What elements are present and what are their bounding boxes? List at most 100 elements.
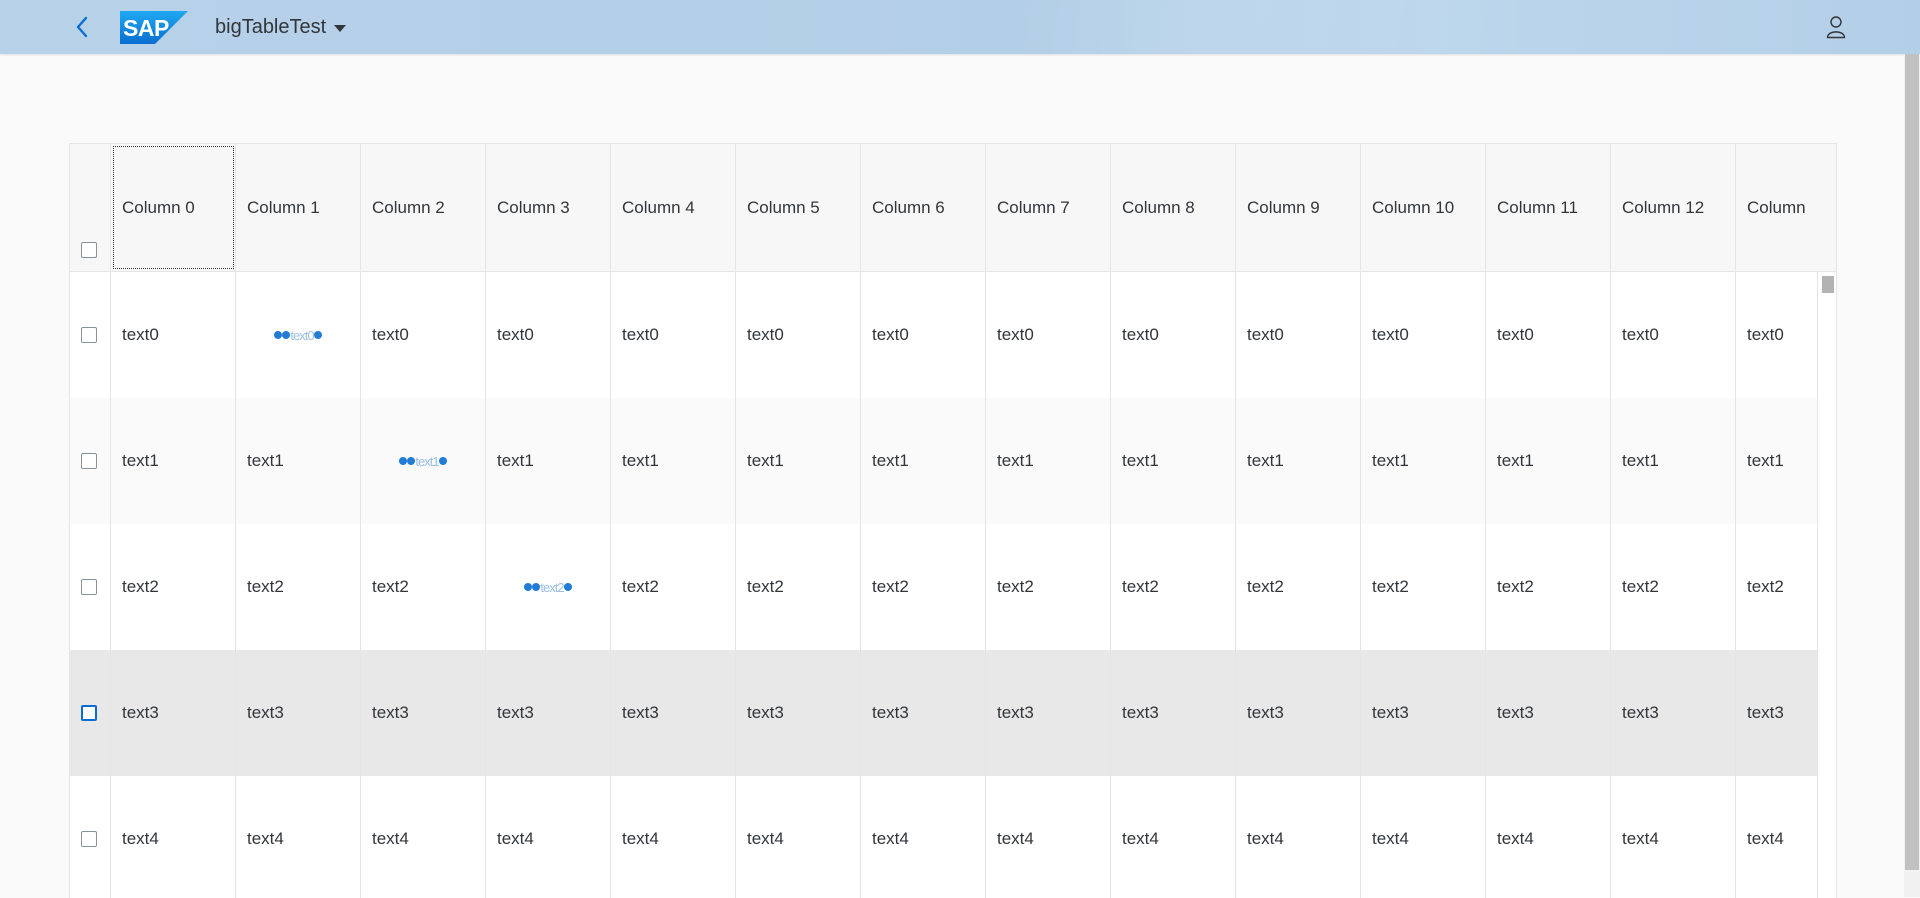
row-checkbox[interactable]: [81, 705, 97, 721]
column-header-9[interactable]: Column 9: [1236, 144, 1361, 271]
table-cell: text3: [1486, 650, 1611, 776]
column-header-2[interactable]: Column 2: [361, 144, 486, 271]
table-cell: text2: [986, 524, 1111, 650]
table-cell: text0: [1486, 272, 1611, 398]
table-cell: text4: [861, 776, 986, 898]
user-button[interactable]: [1820, 11, 1852, 43]
busy-dot: [532, 583, 541, 591]
table-cell: text3: [486, 650, 611, 776]
busy-indicator-cell: text2: [486, 524, 611, 650]
table-cell: text0: [1111, 272, 1236, 398]
table-row[interactable]: text4 text4 text4 text4 text4 text4 text4 text4…: [70, 776, 1836, 898]
column-header-7[interactable]: Column 7: [986, 144, 1111, 271]
busy-dot: [313, 331, 322, 339]
back-icon: [76, 16, 88, 38]
busy-indicator-cell: text1: [361, 398, 486, 524]
row-checkbox[interactable]: [81, 579, 97, 595]
table-cell: text2: [861, 524, 986, 650]
table-cell: text4: [486, 776, 611, 898]
table-cell: text0: [861, 272, 986, 398]
table-cell: text2: [611, 524, 736, 650]
table-cell: text1: [236, 398, 361, 524]
table-cell: text3: [736, 650, 861, 776]
busy-ghost-text: text1: [415, 453, 439, 469]
user-icon: [1826, 16, 1846, 39]
sap-logo[interactable]: SAP: [120, 11, 188, 44]
busy-dot: [274, 331, 283, 339]
shell-decoration: [1020, 0, 1500, 54]
select-all-cell: [70, 144, 111, 271]
table-row[interactable]: text2 text2 text2 text2 text2 text2 text2 text2…: [70, 524, 1836, 651]
table-cell: text4: [1611, 776, 1736, 898]
table-cell: text1: [1111, 398, 1236, 524]
table-cell: text1: [1611, 398, 1736, 524]
table-cell: text3: [861, 650, 986, 776]
table-cell: text2: [1361, 524, 1486, 650]
table-cell: text3: [236, 650, 361, 776]
row-selector-cell: [70, 272, 111, 398]
table-row[interactable]: text0 text0 text0 text0 text0 text0 text0 text0…: [70, 272, 1836, 399]
busy-ghost-text: text0: [290, 327, 314, 343]
row-selector-cell: [70, 524, 111, 650]
table-row[interactable]: text3 text3 text3 text3 text3 text3 text3 text3…: [70, 650, 1836, 777]
busy-indicator-cell: text0: [236, 272, 361, 398]
table-scrollbar-thumb[interactable]: [1822, 276, 1834, 293]
table-cell: text2: [361, 524, 486, 650]
column-header-1[interactable]: Column 1: [236, 144, 361, 271]
table-cell: text3: [1611, 650, 1736, 776]
table-cell: text1: [486, 398, 611, 524]
table-cell: text1: [611, 398, 736, 524]
table-cell: text4: [111, 776, 236, 898]
column-header-13[interactable]: Column: [1736, 144, 1836, 271]
table-cell: text2: [1611, 524, 1736, 650]
row-selector-cell: [70, 398, 111, 524]
data-table: Column 0 Column 1 Column 2 Column 3 Column 4…: [69, 143, 1837, 898]
table-cell: text2: [1236, 524, 1361, 650]
row-checkbox[interactable]: [81, 453, 97, 469]
table-cell: text0: [486, 272, 611, 398]
table-cell: text0: [111, 272, 236, 398]
caret-down-icon: [334, 24, 347, 32]
busy-dot: [407, 457, 416, 465]
table-cell: text2: [1486, 524, 1611, 650]
table-vertical-scrollbar[interactable]: [1817, 272, 1836, 898]
table-cell: text2: [111, 524, 236, 650]
row-checkbox[interactable]: [81, 327, 97, 343]
table-cell: text0: [361, 272, 486, 398]
column-header-5[interactable]: Column 5: [736, 144, 861, 271]
column-header-12[interactable]: Column 12: [1611, 144, 1736, 271]
busy-dot: [438, 457, 447, 465]
busy-dot: [524, 583, 533, 591]
table-cell: text4: [1111, 776, 1236, 898]
table-cell: text4: [986, 776, 1111, 898]
table-cell: text0: [1236, 272, 1361, 398]
column-header-8[interactable]: Column 8: [1111, 144, 1236, 271]
table-cell: text1: [986, 398, 1111, 524]
table-header-row: Column 0 Column 1 Column 2 Column 3 Column 4…: [70, 144, 1836, 272]
column-header-3[interactable]: Column 3: [486, 144, 611, 271]
app-title: bigTableTest: [215, 15, 327, 38]
page-scrollbar[interactable]: [1904, 54, 1920, 897]
app-title-menu[interactable]: bigTableTest: [215, 0, 347, 54]
page-scrollbar-thumb[interactable]: [1905, 54, 1919, 870]
column-header-4[interactable]: Column 4: [611, 144, 736, 271]
select-all-checkbox[interactable]: [81, 242, 97, 258]
table-cell: text3: [611, 650, 736, 776]
column-header-11[interactable]: Column 11: [1486, 144, 1611, 271]
table-cell: text4: [1486, 776, 1611, 898]
column-header-0[interactable]: Column 0: [111, 144, 236, 271]
table-row[interactable]: text1 text1 text1 text1 text1 text1 text1 text1…: [70, 398, 1836, 525]
table-cell: text0: [736, 272, 861, 398]
busy-dot: [563, 583, 572, 591]
table-cell: text2: [236, 524, 361, 650]
sap-logo-text: SAP: [123, 15, 169, 41]
table-cell: text4: [361, 776, 486, 898]
shell-bar: SAP bigTableTest: [0, 0, 1920, 54]
table-cell: text0: [1361, 272, 1486, 398]
table-cell: text1: [1361, 398, 1486, 524]
back-button[interactable]: [66, 11, 98, 43]
table-cell: text3: [1236, 650, 1361, 776]
column-header-10[interactable]: Column 10: [1361, 144, 1486, 271]
column-header-6[interactable]: Column 6: [861, 144, 986, 271]
row-checkbox[interactable]: [81, 831, 97, 847]
